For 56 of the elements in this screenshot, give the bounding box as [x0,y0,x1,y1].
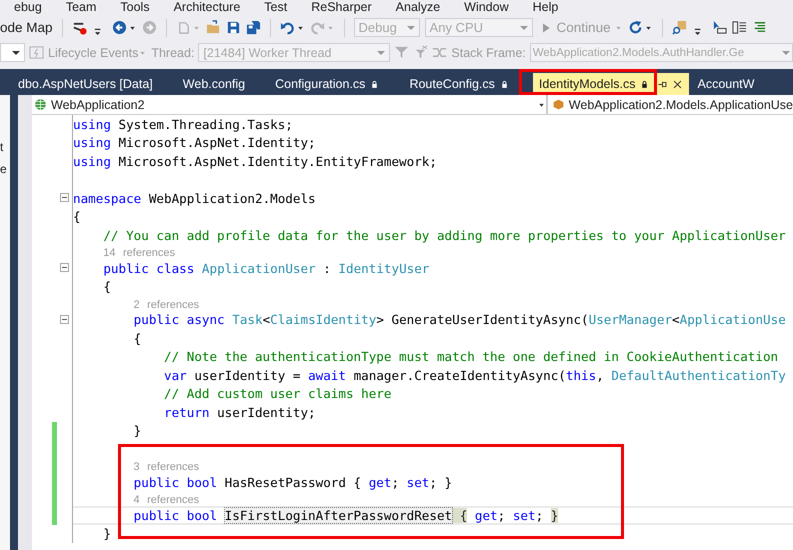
code-line: { [73,209,81,224]
menu-item[interactable]: Analyze [386,0,454,15]
project-dropdown[interactable]: WebApplication2 [32,95,548,114]
back-icon[interactable] [112,20,127,35]
editor-tab[interactable]: dbo.AspNetUsers [Data] [12,73,167,95]
toolbar-label: Stack Frame: [451,46,526,60]
code-line: using System.Threading.Tasks; [73,116,293,132]
editor-tab[interactable]: AccountW [691,73,768,95]
menu-item[interactable]: Test [254,0,302,15]
dropdown[interactable] [0,43,25,62]
menu-item[interactable]: Architecture [164,0,254,15]
save-icon[interactable] [226,20,241,35]
editor-tab[interactable]: Configuration.cs [269,73,394,95]
menu-item[interactable]: Team [56,0,110,15]
code-line: } [132,423,142,438]
toolbar-label: Thread: [151,46,194,60]
code-line: var userIdentity = await manager.CreateIdentityAsync(this, DefaultAuthenticationTy [162,368,786,383]
panel-text: t [0,140,4,154]
toolbar-label: ode Map [0,20,53,35]
code-line: using Microsoft.AspNet.Identity.EntityFramework; [73,154,437,169]
collapse-icon[interactable] [60,314,69,324]
menu-item[interactable]: Tools [110,0,164,15]
editor-tab[interactable]: Web.config [176,73,260,95]
editor-tab[interactable]: RouteConfig.cs [403,73,523,95]
code-line: public bool HasResetPassword { get; set; } [132,474,452,490]
breakpoint-icon[interactable] [72,20,87,35]
code-line: public async Task<ClaimsIdentity> GenerateUserIdentityAsync(UserManager<ApplicationUse [132,312,786,328]
code-line: } [102,526,111,542]
code-line: using Microsoft.AspNet.Identity; [73,135,316,150]
save-all-icon[interactable] [246,20,261,35]
menu-item[interactable]: Help [522,0,572,15]
code-line: return userIdentity; [162,404,316,420]
code-line: { [102,279,111,294]
open-folder-icon[interactable] [206,20,221,35]
collapse-icon[interactable] [60,263,69,272]
collapse-icon[interactable] [60,193,69,202]
code-line: // You can add profile data for the user by adding more properties to your ApplicationUser [102,228,786,243]
toolbar-label: Lifecycle Events [48,46,138,60]
restart-icon[interactable] [628,20,643,35]
list-icon[interactable] [732,20,747,35]
menu-item[interactable]: Window [454,0,523,15]
code-line: public bool IsFirstLoginAfterPasswordReset { get; set; } [132,508,558,523]
code-line: // Note the authenticationType must match the one defined in CookieAuthentication [162,349,778,364]
code-line: namespace WebApplication2.Models [73,190,316,206]
close-icon[interactable] [672,78,684,90]
member-icon [552,98,565,111]
panel-text: e [0,162,8,176]
member-dropdown[interactable]: WebApplication2.Models.ApplicationUse [548,95,793,114]
code-line: { [132,330,142,346]
undo-icon[interactable] [280,20,295,35]
cursor-icon[interactable] [712,20,727,35]
code-line: // Add custom user claims here [162,386,392,402]
code-line: public class ApplicationUser : IdentityUser [102,260,430,276]
menu-item[interactable]: ebug [4,0,56,15]
menu-item[interactable]: ReSharper [301,0,386,15]
find-icon[interactable] [672,20,687,35]
